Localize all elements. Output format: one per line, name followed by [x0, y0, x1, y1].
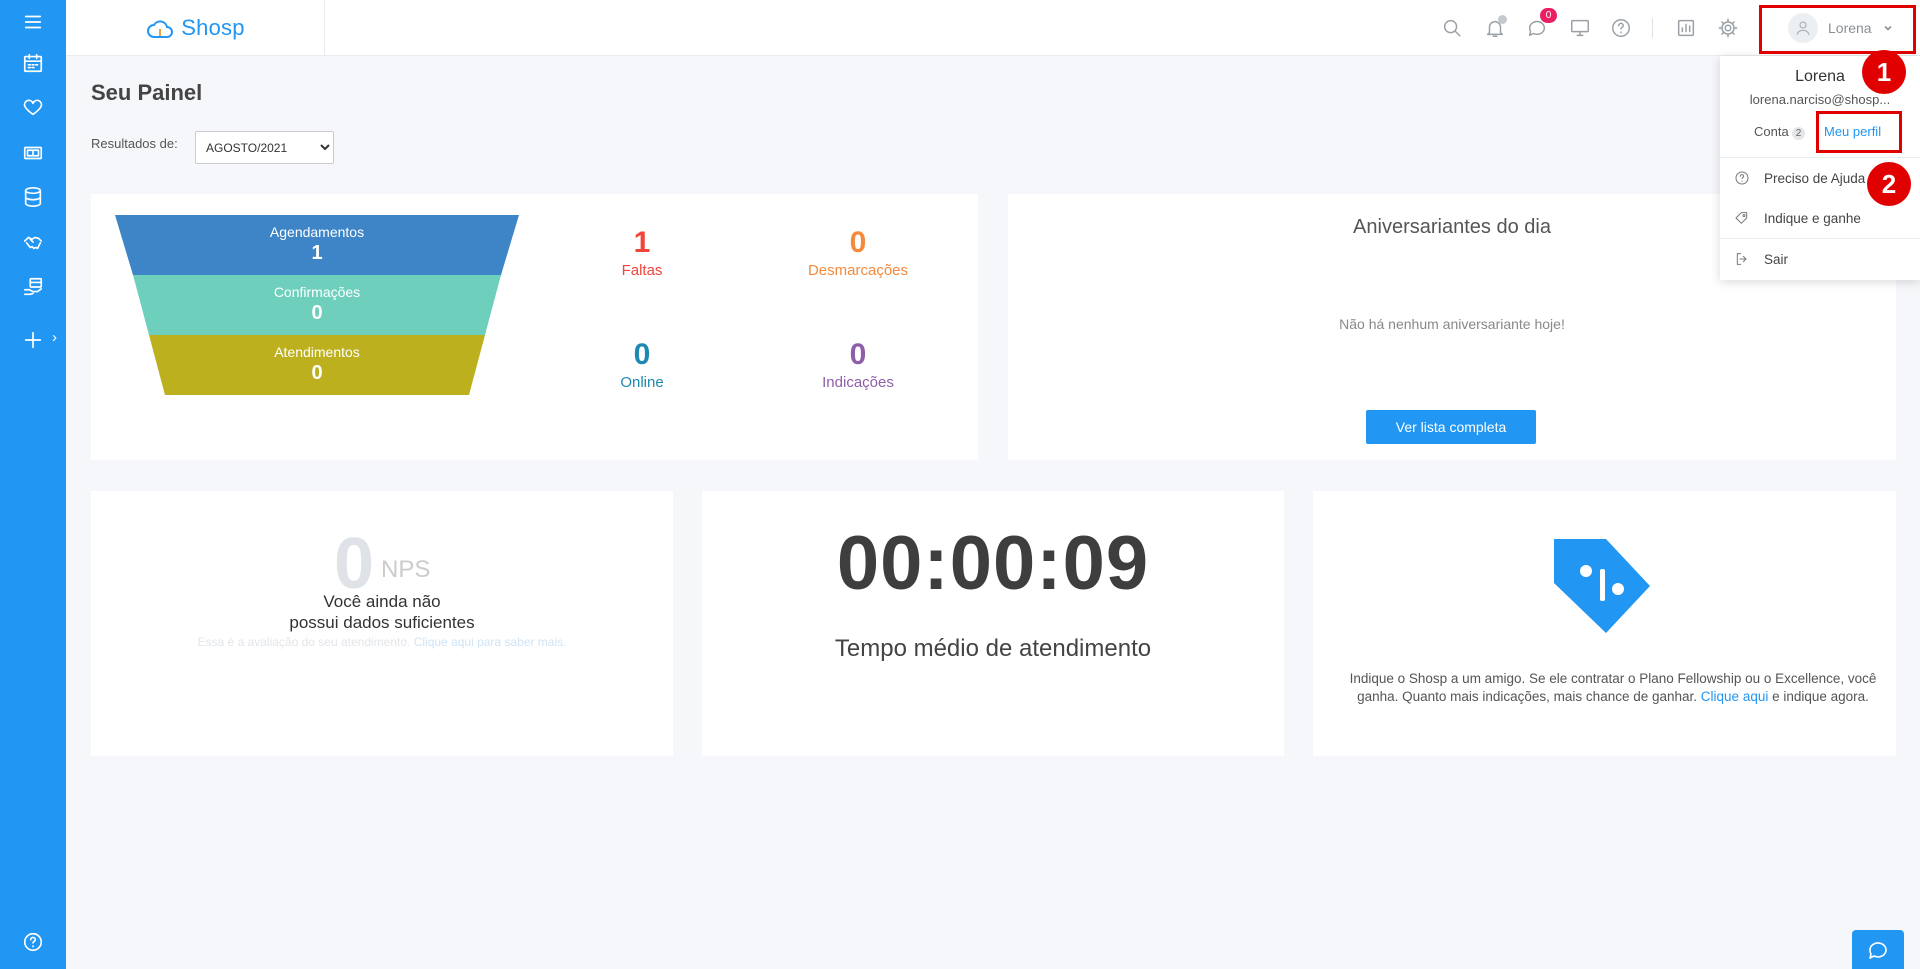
menu-item-label: Indique e ganhe	[1764, 210, 1861, 226]
birthdays-empty-message: Não há nenhum aniversariante hoje!	[1339, 316, 1565, 332]
database-icon	[24, 187, 42, 207]
stat-label: Online	[620, 374, 664, 391]
report-icon	[1677, 19, 1695, 37]
tag-icon	[1735, 212, 1748, 224]
logo[interactable]: Shosp	[66, 0, 325, 56]
referral-text: Indique o Shosp a um amigo. Se ele contr…	[1330, 670, 1896, 706]
calendar-icon	[23, 53, 43, 73]
dropdown-divider	[1720, 238, 1920, 239]
menu-icon	[24, 15, 42, 29]
cloud-logo-icon	[147, 20, 174, 38]
stat-label: Desmarcações	[807, 262, 909, 279]
heart-icon	[23, 99, 43, 116]
sidebar-item-cadastros[interactable]	[0, 175, 66, 219]
funnel-stage-name: Atendimentos	[274, 344, 360, 360]
account-label: Conta	[1754, 124, 1789, 139]
funnel-card: Agendamentos 1 Confirmações 0 Atendiment…	[91, 194, 978, 460]
notifications-button[interactable]	[1481, 14, 1509, 42]
highlight-box-user-menu	[1759, 5, 1916, 54]
menu-item-label: Sair	[1764, 251, 1789, 267]
referral-link[interactable]: Clique aqui	[1701, 689, 1769, 704]
stat-value: 0	[849, 338, 867, 371]
highlight-box-profile	[1816, 111, 1902, 153]
view-full-list-button[interactable]: Ver lista completa	[1366, 410, 1536, 444]
stat-value: 0	[849, 226, 867, 259]
sidebar-item-relacionamento[interactable]	[0, 220, 66, 264]
header-divider	[1652, 18, 1653, 38]
funnel-stage-name: Agendamentos	[269, 224, 365, 240]
funnel-label-confirmacoes: Confirmações 0	[117, 284, 517, 325]
logo-text: Shosp	[181, 15, 245, 40]
messages-badge: 0	[1540, 8, 1557, 23]
account-count-badge: 2	[1791, 127, 1806, 140]
settings-button[interactable]	[1714, 14, 1742, 42]
monitor-button[interactable]	[1566, 14, 1594, 42]
logout-menu-item[interactable]: Sair	[1720, 243, 1920, 275]
nps-learn-more-link[interactable]: Clique aqui para saber mais.	[414, 635, 567, 649]
funnel-stage-name: Confirmações	[273, 284, 361, 300]
average-time-value: 00:00:09	[836, 521, 1150, 606]
funnel-label-agendamentos: Agendamentos 1	[117, 224, 517, 265]
logout-icon	[1736, 253, 1747, 265]
sidebar-add-button[interactable]: ›	[0, 318, 66, 362]
stat-label: Indicações	[822, 374, 894, 391]
help-icon	[23, 932, 43, 952]
dropdown-user-email: lorena.narciso@shosp...	[1749, 92, 1891, 107]
sidebar-item-agenda[interactable]	[0, 41, 66, 85]
nps-value: 0	[334, 524, 375, 604]
average-time-label: Tempo médio de atendimento	[834, 635, 1152, 662]
period-select[interactable]: AGOSTO/2021	[195, 131, 334, 164]
step-marker-1: 1	[1862, 50, 1906, 94]
stat-label: Faltas	[621, 262, 663, 279]
stat-desmarcacoes[interactable]: 0 Desmarcações	[758, 226, 958, 279]
reports-button[interactable]	[1672, 14, 1700, 42]
funnel-stage-value: 0	[311, 302, 323, 324]
search-icon	[1443, 19, 1461, 37]
cash-icon	[23, 146, 43, 160]
hand-card-icon	[23, 277, 43, 296]
sidebar-item-convenios[interactable]	[0, 265, 66, 309]
search-button[interactable]	[1438, 14, 1466, 42]
handshake-icon	[23, 236, 43, 250]
funnel-label-atendimentos: Atendimentos 0	[117, 344, 517, 385]
stat-indicacoes[interactable]: 0 Indicações	[758, 338, 958, 391]
sidebar-item-financeiro[interactable]	[0, 131, 66, 175]
sidebar-help-button[interactable]	[0, 920, 66, 964]
stat-online[interactable]: 0 Online	[542, 338, 742, 391]
top-header: Shosp 0 Lorena	[66, 0, 1920, 56]
nps-message-line2: possui dados suficientes	[289, 613, 475, 632]
nps-subtext-body: Essa é a avaliação do seu atendimento.	[197, 635, 411, 649]
help-icon	[1612, 19, 1630, 37]
results-label: Resultados de:	[91, 136, 178, 151]
stat-faltas[interactable]: 1 Faltas	[542, 226, 742, 279]
stat-value: 0	[633, 338, 651, 371]
page-title: Seu Painel	[91, 80, 203, 105]
help-icon	[1735, 171, 1749, 185]
sidebar-item-saude[interactable]	[0, 85, 66, 129]
stat-value: 1	[633, 226, 651, 259]
notification-dot	[1498, 15, 1507, 24]
dropdown-divider	[1720, 157, 1920, 158]
funnel-stage-value: 0	[311, 362, 323, 384]
menu-toggle-button[interactable]	[0, 0, 66, 44]
plus-icon	[24, 331, 42, 349]
referral-body-end: e indique agora.	[1772, 689, 1869, 704]
messages-button[interactable]: 0	[1523, 8, 1557, 42]
refer-menu-item[interactable]: Indique e ganhe	[1720, 202, 1920, 234]
nps-subtext: Essa é a avaliação do seu atendimento. C…	[91, 635, 673, 649]
step-marker-2: 2	[1867, 162, 1911, 206]
discount-tag-icon	[1554, 539, 1650, 633]
help-button[interactable]	[1607, 14, 1635, 42]
nps-message-line1: Você ainda não	[323, 592, 441, 611]
monitor-icon	[1571, 19, 1589, 37]
chat-icon	[1869, 941, 1887, 959]
expand-chevron-icon: ›	[52, 329, 57, 346]
sidebar: ›	[0, 0, 66, 969]
account-link[interactable]: Conta 2	[1754, 124, 1806, 140]
nps-label: NPS	[381, 556, 431, 583]
gear-icon	[1718, 18, 1738, 38]
menu-item-label: Preciso de Ajuda	[1764, 170, 1866, 186]
support-chat-button[interactable]	[1852, 930, 1904, 969]
funnel-stage-value: 1	[311, 242, 323, 264]
